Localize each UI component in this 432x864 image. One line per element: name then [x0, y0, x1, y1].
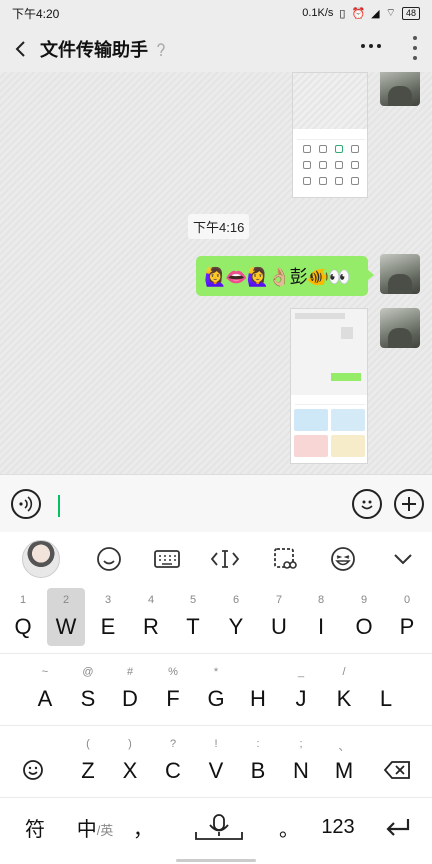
sticker-button[interactable]: [328, 544, 358, 574]
status-time: 下午4:20: [12, 6, 60, 21]
emoji-key[interactable]: [14, 732, 52, 790]
image-message[interactable]: [292, 72, 368, 198]
key-v[interactable]: ! V: [197, 732, 235, 790]
microphone-icon: [195, 814, 243, 840]
chat-area[interactable]: 下午4:16 🙋‍♀️👄🙋‍♀️👌🏼彭🐠👀: [0, 72, 432, 474]
symbol-key[interactable]: 符: [14, 798, 56, 856]
comma-key[interactable]: ，: [128, 798, 158, 856]
text-message-bubble[interactable]: 🙋‍♀️👄🙋‍♀️👌🏼彭🐠👀: [196, 256, 374, 296]
chevron-left-icon: [15, 41, 25, 57]
key-j[interactable]: _ J: [282, 660, 320, 718]
key-f[interactable]: % F: [154, 660, 192, 718]
system-menu-button[interactable]: [412, 36, 418, 60]
voice-icon: [19, 496, 33, 512]
message-timestamp: 下午4:16: [188, 214, 250, 239]
emoji-button[interactable]: [352, 489, 382, 519]
network-speed: 0.1K/s: [302, 7, 334, 19]
vibrate-icon: ▯: [339, 7, 346, 20]
status-bar: 下午4:20 0.1K/s ▯ ⏰ ◢ ⌔ 48: [0, 0, 432, 26]
image-message[interactable]: [290, 308, 368, 464]
text-cursor-icon: [210, 550, 240, 568]
ellipsis-icon: [361, 44, 381, 48]
key-g[interactable]: * G: [197, 660, 235, 718]
battery-icon: 48: [401, 6, 420, 20]
key-row-1: 1Q 2W 3E 4R 5T 6Y 7U 8I 9O 0P: [0, 588, 432, 652]
key-s[interactable]: @ S: [69, 660, 107, 718]
avatar[interactable]: [380, 254, 420, 294]
message-text: 🙋‍♀️👄🙋‍♀️👌🏼彭🐠👀: [204, 267, 350, 287]
keyboard-toolbar: [0, 532, 432, 584]
key-x[interactable]: ) X: [111, 732, 149, 790]
keyboard-avatar[interactable]: [22, 540, 60, 578]
collapse-keyboard-button[interactable]: [388, 544, 418, 574]
key-l[interactable]: L: [367, 660, 405, 718]
enter-key[interactable]: [376, 798, 420, 856]
key-w[interactable]: 2W: [47, 588, 85, 646]
key-y[interactable]: 6Y: [217, 588, 255, 646]
key-c[interactable]: ? C: [154, 732, 192, 790]
plus-icon: [402, 497, 416, 511]
home-indicator: [176, 859, 256, 862]
row-divider: [0, 725, 432, 726]
key-r[interactable]: 4R: [132, 588, 170, 646]
clipboard-button[interactable]: [270, 544, 300, 574]
key-k[interactable]: / K: [325, 660, 363, 718]
input-bar: [0, 474, 432, 532]
keyboard-switch-button[interactable]: [152, 544, 182, 574]
backspace-icon: [383, 761, 410, 779]
key-e[interactable]: 3E: [89, 588, 127, 646]
more-functions-button[interactable]: [394, 489, 424, 519]
key-p[interactable]: 0P: [388, 588, 426, 646]
cursor-button[interactable]: [210, 544, 240, 574]
key-a[interactable]: ~ A: [26, 660, 64, 718]
alarm-icon: ⏰: [351, 7, 366, 20]
key-h[interactable]: H: [239, 660, 277, 718]
key-n[interactable]: ; N: [282, 732, 320, 790]
key-row-2: ~ A @ S # D % F * G H _ J / K L: [0, 660, 432, 724]
period-key[interactable]: 。: [274, 798, 304, 856]
back-button[interactable]: [0, 26, 40, 72]
space-key[interactable]: [178, 798, 260, 856]
signal-icon: ◢: [371, 7, 380, 20]
key-i[interactable]: 8I: [302, 588, 340, 646]
page-title: 文件传输助手: [40, 40, 148, 60]
key-u[interactable]: 7U: [260, 588, 298, 646]
kb-emoji-button[interactable]: [94, 544, 124, 574]
scissors-icon: [274, 548, 297, 569]
smile-icon: [97, 547, 121, 571]
message-input[interactable]: [52, 485, 342, 523]
voice-button[interactable]: [11, 489, 41, 519]
enter-icon: [386, 819, 410, 836]
keyboard: 1Q 2W 3E 4R 5T 6Y 7U 8I 9O 0P ~ A @ S # D %…: [0, 532, 432, 864]
earpiece-icon: [157, 43, 165, 56]
numbers-key[interactable]: 123: [312, 798, 364, 856]
text-caret: [58, 495, 60, 517]
key-t[interactable]: 5T: [174, 588, 212, 646]
wifi-icon: ⌔: [385, 7, 396, 19]
key-q[interactable]: 1Q: [4, 588, 42, 646]
chevron-down-icon: [394, 554, 412, 565]
key-row-3: (Z ) X ? C ! V :B ; N 、 M: [0, 732, 432, 796]
avatar[interactable]: [380, 72, 420, 106]
emoji-key-icon: [23, 760, 43, 780]
row-divider: [0, 653, 432, 654]
key-row-bottom: 符 中/英 ， 。 123: [0, 798, 432, 862]
key-o[interactable]: 9O: [345, 588, 383, 646]
key-d[interactable]: # D: [111, 660, 149, 718]
key-m[interactable]: 、 M: [325, 732, 363, 790]
avatar[interactable]: [380, 308, 420, 348]
laugh-emoji-icon: [331, 547, 355, 571]
backspace-key[interactable]: [378, 732, 416, 790]
language-switch-key[interactable]: 中/英: [70, 798, 120, 856]
keyboard-icon: [154, 550, 180, 568]
key-b[interactable]: :B: [239, 732, 277, 790]
lang-main: 中: [76, 818, 97, 841]
more-button[interactable]: [360, 36, 382, 62]
title-bar: 文件传输助手: [0, 26, 432, 72]
lang-alt: /英: [96, 822, 114, 838]
emoji-icon: [361, 500, 373, 510]
key-z[interactable]: (Z: [69, 732, 107, 790]
